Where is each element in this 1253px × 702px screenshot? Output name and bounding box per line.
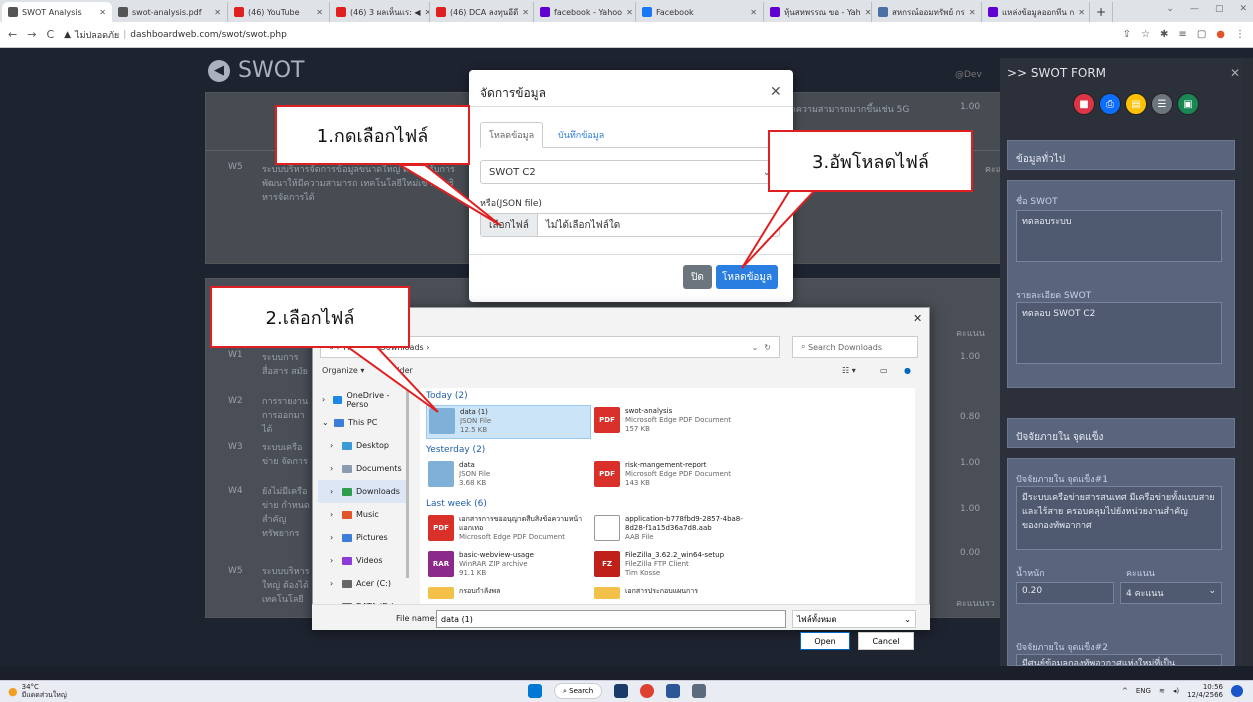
wifi-icon[interactable]: ≋ [1159, 687, 1165, 695]
chevron-up-icon[interactable]: ^ [1122, 687, 1128, 695]
clock-time: 10:56 [1202, 683, 1223, 691]
callout-arrows [341, 164, 818, 413]
callout-arrow-2 [341, 344, 439, 413]
word-icon[interactable] [666, 684, 681, 698]
callout-arrow-3 [741, 189, 818, 269]
volume-icon[interactable]: ◂) [1173, 687, 1179, 695]
weather-widget[interactable]: ● 34°C มีแดดส่วนใหญ่ [8, 683, 67, 699]
callout-arrow-1 [396, 164, 501, 226]
callout-step-2: 2.เลือกไฟล์ [210, 286, 410, 348]
taskbar-apps: ⌕ Search [528, 683, 707, 699]
callout-step-1: 1.กดเลือกไฟล์ [275, 105, 470, 165]
sun-icon: ● [8, 684, 18, 698]
weather-text: มีแดดส่วนใหญ่ [21, 691, 67, 699]
chrome-icon[interactable] [640, 684, 655, 698]
search-icon: ⌕ [563, 686, 567, 695]
callout-step-3: 3.อัพโหลดไฟล์ [768, 130, 973, 192]
system-tray: ^ ENG ≋ ◂) 10:56 12/4/2566 [1122, 683, 1243, 699]
task-view-icon[interactable] [614, 684, 629, 698]
temperature: 34°C [21, 683, 39, 691]
notepad-icon[interactable] [692, 684, 707, 698]
windows-start-icon[interactable] [528, 684, 542, 698]
taskbar-search[interactable]: ⌕ Search [554, 683, 603, 699]
notification-icon[interactable] [1231, 685, 1243, 697]
language-indicator[interactable]: ENG [1136, 687, 1151, 695]
taskbar-search-label: Search [569, 687, 594, 695]
clock-date: 12/4/2566 [1187, 691, 1223, 699]
